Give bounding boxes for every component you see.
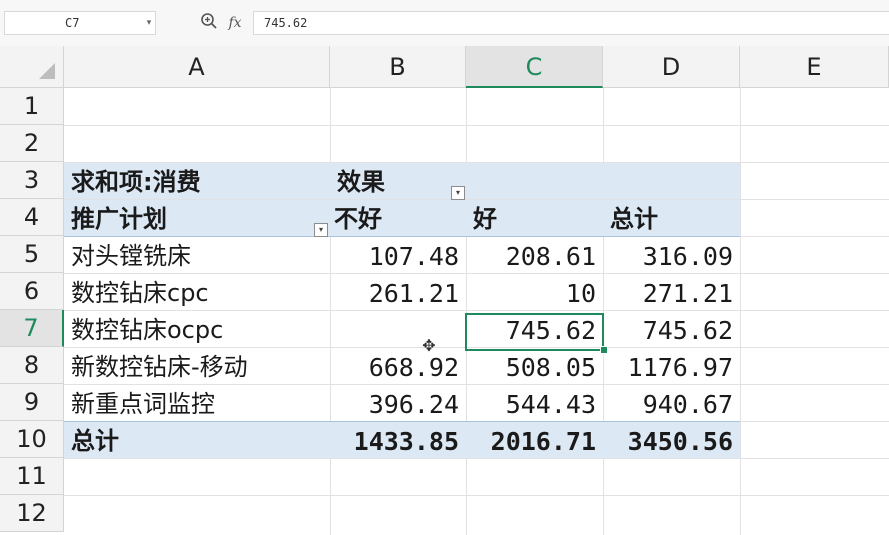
row-header-6[interactable]: 6 — [0, 273, 64, 310]
select-all-corner[interactable] — [0, 46, 64, 88]
grid-line — [64, 125, 889, 126]
active-cell-selection[interactable] — [465, 313, 604, 351]
row-header-12[interactable]: 12 — [0, 495, 64, 532]
pivot-row-label[interactable]: 新重点词监控 — [64, 386, 330, 423]
zoom-in-icon[interactable] — [199, 12, 219, 34]
pivot-column-field[interactable]: 效果 — [330, 164, 466, 201]
cell-d8[interactable]: 1176.97 — [603, 349, 740, 386]
row-header-4[interactable]: 4 — [0, 199, 64, 236]
cell-c9[interactable]: 544.43 — [466, 386, 603, 423]
row-field-filter-icon[interactable]: ▾ — [314, 223, 328, 237]
cell-cursor-icon: ✥ — [422, 336, 436, 355]
formula-bar: C7 ▾ fx 745.62 — [0, 0, 889, 47]
pivot-row-label[interactable]: 数控钻床cpc — [64, 275, 330, 312]
cell-b6[interactable]: 261.21 — [330, 275, 466, 312]
pivot-column-label-1[interactable]: 不好 — [330, 201, 466, 238]
pivot-column-label-total[interactable]: 总计 — [603, 201, 740, 238]
name-box[interactable]: C7 — [4, 11, 156, 35]
fill-handle[interactable] — [600, 346, 608, 354]
pivot-total-label[interactable]: 总计 — [64, 423, 330, 460]
row-header-5[interactable]: 5 — [0, 236, 64, 273]
pivot-row-label[interactable]: 对头镗铣床 — [64, 238, 330, 275]
row-header-3[interactable]: 3 — [0, 162, 64, 199]
cell-d5[interactable]: 316.09 — [603, 238, 740, 275]
pivot-row-label[interactable]: 新数控钻床-移动 — [64, 349, 330, 386]
row-header-2[interactable]: 2 — [0, 125, 64, 162]
column-header-d[interactable]: D — [603, 46, 740, 88]
column-header-c[interactable]: C — [466, 46, 603, 88]
pivot-column-label-2[interactable]: 好 — [466, 201, 603, 238]
cell-b5[interactable]: 107.48 — [330, 238, 466, 275]
pivot-value-label[interactable]: 求和项:消费 — [64, 164, 330, 201]
cell-d6[interactable]: 271.21 — [603, 275, 740, 312]
column-header-b[interactable]: B — [330, 46, 466, 88]
cell-c6[interactable]: 10 — [466, 275, 603, 312]
cell-d9[interactable]: 940.67 — [603, 386, 740, 423]
row-header-8[interactable]: 8 — [0, 347, 64, 384]
cell-b10[interactable]: 1433.85 — [330, 423, 466, 460]
row-header-7[interactable]: 7 — [0, 310, 64, 347]
column-header-e[interactable]: E — [740, 46, 889, 88]
grid-line — [64, 495, 889, 496]
row-header-11[interactable]: 11 — [0, 458, 64, 495]
function-icon[interactable]: fx — [225, 12, 245, 34]
zoom-in-icon-graphic — [201, 13, 217, 29]
cell-c8[interactable]: 508.05 — [466, 349, 603, 386]
cell-d7[interactable]: 745.62 — [603, 312, 740, 349]
cell-b7[interactable] — [330, 312, 466, 349]
row-header-10[interactable]: 10 — [0, 421, 64, 458]
select-all-icon — [39, 63, 55, 79]
column-field-filter-icon[interactable]: ▾ — [451, 186, 465, 200]
cell-b9[interactable]: 396.24 — [330, 386, 466, 423]
pivot-row-field[interactable]: 推广计划 — [64, 201, 330, 238]
chevron-down-icon[interactable]: ▾ — [142, 11, 156, 35]
row-header-1[interactable]: 1 — [0, 88, 64, 125]
pivot-row-label[interactable]: 数控钻床ocpc — [64, 312, 330, 349]
cell-c5[interactable]: 208.61 — [466, 238, 603, 275]
row-header-9[interactable]: 9 — [0, 384, 64, 421]
cell-d10[interactable]: 3450.56 — [603, 423, 740, 460]
cell-c10[interactable]: 2016.71 — [466, 423, 603, 460]
cell-b8[interactable]: 668.92 — [330, 349, 466, 386]
column-header-a[interactable]: A — [64, 46, 330, 88]
grid-line — [740, 88, 741, 535]
formula-input[interactable]: 745.62 — [253, 11, 889, 35]
